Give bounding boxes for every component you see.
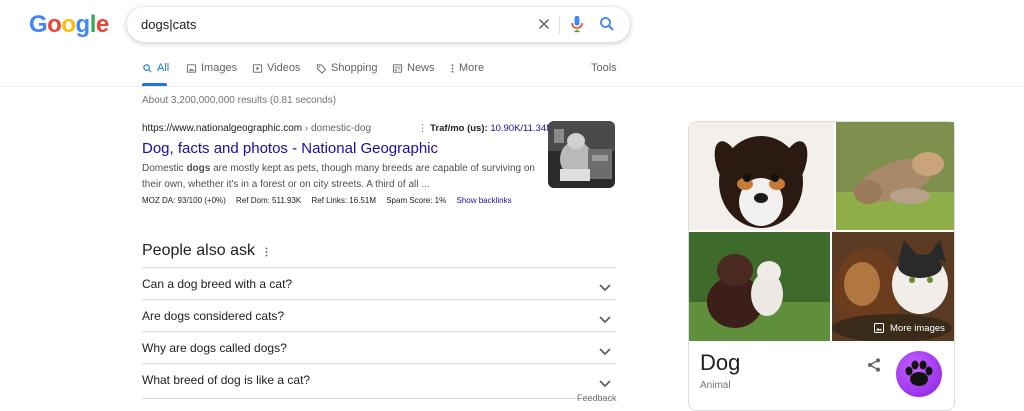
paa-question-text: Are dogs considered cats? — [142, 309, 285, 323]
paw-icon — [896, 351, 942, 397]
result-snippet: Domestic dogs are mostly kept as pets, t… — [142, 161, 537, 193]
paa-question[interactable]: What breed of dog is like a cat? — [142, 363, 616, 395]
tab-label: All — [157, 62, 170, 74]
divider — [0, 86, 1024, 87]
image-icon — [874, 323, 884, 333]
play-icon — [252, 63, 263, 73]
snippet-bold: dogs — [186, 163, 211, 174]
result-title-link[interactable]: Dog, facts and photos - National Geograp… — [142, 140, 438, 157]
traffic-region: (us): — [464, 123, 491, 134]
news-icon — [392, 63, 403, 73]
logo-letter: G — [29, 11, 48, 38]
knowledge-panel-subtitle: Animal — [700, 380, 731, 391]
ref-links: Ref Links: 16.51M — [311, 196, 376, 205]
snippet-text: Domestic — [142, 163, 187, 174]
tab-label: Images — [201, 62, 238, 74]
result-thumbnail[interactable] — [548, 121, 615, 188]
mic-icon[interactable] — [569, 15, 585, 38]
paa-question[interactable]: Why are dogs called dogs? — [142, 331, 616, 363]
paa-question[interactable]: Are dogs considered cats? — [142, 299, 616, 331]
paa-question-text: What breed of dog is like a cat? — [142, 373, 311, 387]
chevron-down-icon — [599, 279, 611, 297]
tab-label: News — [407, 62, 435, 74]
image-icon — [186, 63, 197, 73]
divider — [559, 16, 560, 34]
dog-image[interactable] — [689, 122, 834, 230]
chevron-down-icon — [599, 343, 611, 361]
more-images-button[interactable]: More images — [873, 322, 945, 334]
search-icon[interactable] — [598, 15, 616, 38]
more-images-label: More images — [890, 322, 945, 334]
traffic-label: Traf/mo — [430, 123, 465, 134]
paa-question-text: Can a dog breed with a cat? — [142, 277, 293, 291]
tab-label: Videos — [267, 62, 301, 74]
ref-dom: Ref Dom: 511.93K — [236, 196, 302, 205]
more-vert-icon — [451, 63, 454, 73]
result-url[interactable]: https://www.nationalgeographic.com › dom… — [142, 123, 371, 134]
tab-shopping[interactable]: Shopping — [316, 62, 378, 74]
tab-all[interactable]: All — [142, 62, 169, 74]
tab-label: Shopping — [331, 62, 378, 74]
more-vert-icon[interactable] — [264, 245, 269, 263]
tab-label: More — [459, 62, 485, 74]
cats-image[interactable] — [836, 122, 954, 230]
tag-icon — [316, 63, 327, 74]
moz-da: MOZ DA: 93/100 (+0%) — [142, 196, 226, 205]
result-stats: About 3,200,000,000 results (0.81 second… — [142, 95, 337, 106]
logo-letter: g — [75, 11, 91, 38]
paa-question-text: Why are dogs called dogs? — [142, 341, 287, 355]
tab-videos[interactable]: Videos — [252, 62, 300, 74]
share-icon[interactable] — [866, 357, 882, 378]
tools-label: Tools — [591, 62, 617, 74]
dog-and-cat-image[interactable] — [689, 232, 830, 341]
url-breadcrumb: › domestic-dog — [302, 123, 372, 134]
tab-news[interactable]: News — [392, 62, 435, 74]
search-input[interactable]: dogs|cats — [141, 17, 196, 32]
more-vert-icon[interactable]: ⋮ — [418, 123, 428, 134]
spam-score: Spam Score: 1% — [386, 196, 447, 205]
tab-more[interactable]: More — [450, 62, 484, 74]
knowledge-panel-title: Dog — [700, 350, 741, 375]
feedback-link[interactable]: Feedback — [577, 393, 617, 403]
logo-letter: o — [47, 11, 62, 38]
close-icon[interactable] — [535, 15, 553, 38]
search-box[interactable]: dogs|cats — [127, 7, 630, 42]
tab-images[interactable]: Images — [186, 62, 237, 74]
search-icon — [143, 63, 152, 73]
people-also-ask-title: People also ask — [142, 242, 255, 259]
url-host: https://www.nationalgeographic.com — [142, 123, 303, 134]
chevron-down-icon — [599, 375, 611, 393]
divider — [142, 398, 616, 399]
paa-question[interactable]: Can a dog breed with a cat? — [142, 267, 616, 299]
logo-letter: o — [61, 11, 76, 38]
google-logo[interactable]: Google — [29, 11, 109, 39]
tools-button[interactable]: Tools — [591, 62, 617, 74]
show-backlinks-link[interactable]: Show backlinks — [456, 196, 511, 205]
seo-metrics: MOZ DA: 93/100 (+0%) Ref Dom: 511.93K Re… — [142, 196, 512, 205]
logo-letter: e — [95, 11, 109, 38]
chevron-down-icon — [599, 311, 611, 329]
traffic-value: 10.90K/11.34M — [490, 123, 555, 134]
